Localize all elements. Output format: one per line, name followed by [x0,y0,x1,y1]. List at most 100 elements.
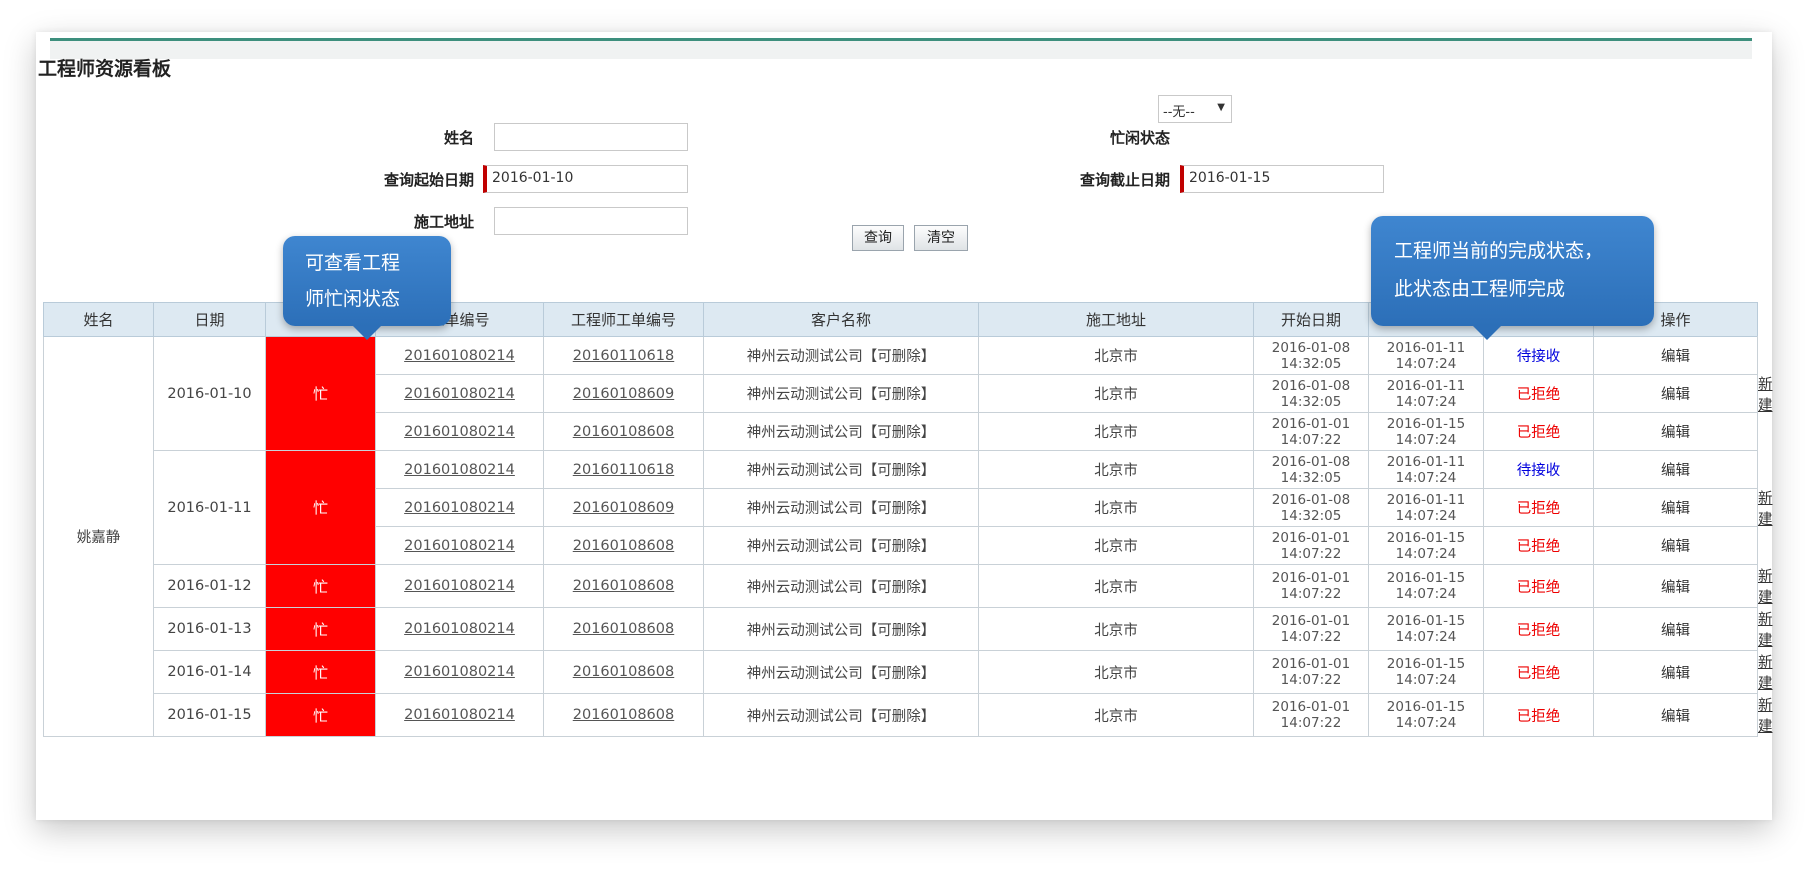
start-date-cell: 2016-01-08 14:32:05 [1253,450,1369,489]
busy-status-select[interactable]: --无-- ▼ [1158,95,1232,123]
dispatch-number-link[interactable]: 201601080214 [404,348,515,364]
engineer-order-link[interactable]: 20160108609 [573,386,674,402]
engineer-order-link[interactable]: 20160108608 [573,664,674,680]
start-date-text: 2016-01-08 14:32:05 [1271,491,1351,524]
address-cell: 北京市 [978,336,1254,375]
edit-cell: 编辑 [1593,412,1758,451]
page-title: 工程师资源看板 [38,58,172,80]
engineer-order-link[interactable]: 20160108608 [573,707,674,723]
address-cell: 北京市 [978,693,1254,737]
edit-link[interactable]: 编辑 [1661,580,1690,596]
clear-button[interactable]: 清空 [914,225,968,251]
edit-cell: 编辑 [1593,336,1758,375]
dispatch-cell: 201601080214 [375,693,544,737]
end-date-input[interactable]: 2016-01-15 [1180,165,1384,193]
busy-status-cell: 忙 [265,450,376,565]
dispatch-number-link[interactable]: 201601080214 [404,462,515,478]
edit-link[interactable]: 编辑 [1661,666,1690,682]
callout-tail [353,326,381,340]
engineer-order-link[interactable]: 20160108608 [573,578,674,594]
busy-status-cell: 忙 [265,650,376,694]
start-date-text: 2016-01-01 14:07:22 [1271,613,1351,645]
end-date-text: 2016-01-11 14:07:24 [1386,339,1466,372]
callout-completion-status: 工程师当前的完成状态， 此状态由工程师完成 [1371,216,1654,340]
col-header-4: 工程师工单编号 [543,302,704,337]
address-text: 北京市 [1094,349,1138,365]
engineer-order-cell: 20160108608 [543,526,704,565]
dispatch-number-link[interactable]: 201601080214 [404,424,515,440]
status-cell: 已拒绝 [1483,374,1594,413]
end-date-cell: 2016-01-15 14:07:24 [1368,526,1484,565]
end-date-text: 2016-01-11 14:07:24 [1386,453,1466,486]
edit-link[interactable]: 编辑 [1661,387,1690,403]
date-cell: 2016-01-13 [153,607,266,651]
edit-link[interactable]: 编辑 [1661,425,1690,441]
edit-cell: 编辑 [1593,607,1758,651]
callout-busy-line1: 可查看工程 [305,252,401,274]
end-date-cell: 2016-01-11 14:07:24 [1368,374,1484,413]
engineer-order-link[interactable]: 20160110618 [573,348,674,364]
callout-completion-line1: 工程师当前的完成状态， [1394,240,1604,262]
client-name: 神州云动测试公司【可删除】 [746,463,936,479]
edit-link[interactable]: 编辑 [1661,463,1690,479]
edit-cell: 编辑 [1593,374,1758,413]
client-name: 神州云动测试公司【可删除】 [746,665,936,682]
status-cell: 已拒绝 [1483,693,1594,737]
dispatch-cell: 201601080214 [375,526,544,565]
dispatch-number-link[interactable]: 201601080214 [404,386,515,402]
start-date-cell: 2016-01-01 14:07:22 [1253,412,1369,451]
address-text: 北京市 [1094,622,1138,639]
end-date-cell: 2016-01-11 14:07:24 [1368,488,1484,527]
dispatch-number-link[interactable]: 201601080214 [404,578,515,594]
dispatch-number-link[interactable]: 201601080214 [404,664,515,680]
dispatch-cell: 201601080214 [375,488,544,527]
dispatch-number-link[interactable]: 201601080214 [404,621,515,637]
edit-link[interactable]: 编辑 [1661,501,1690,517]
edit-cell: 编辑 [1593,526,1758,565]
status-cell: 已拒绝 [1483,526,1594,565]
engineer-order-link[interactable]: 20160108608 [573,538,674,554]
client-cell: 神州云动测试公司【可删除】 [703,526,979,565]
status-text: 已拒绝 [1516,579,1561,596]
end-date-cell: 2016-01-15 14:07:24 [1368,564,1484,608]
engineer-order-link[interactable]: 20160110618 [573,462,674,478]
dispatch-cell: 201601080214 [375,336,544,375]
end-date-text: 2016-01-15 14:07:24 [1386,570,1466,602]
client-cell: 神州云动测试公司【可删除】 [703,564,979,608]
client-name: 神州云动测试公司【可删除】 [746,425,936,441]
engineer-order-cell: 20160110618 [543,450,704,489]
status-text: 待接收 [1516,349,1561,365]
start-date-text: 2016-01-01 14:07:22 [1271,529,1351,562]
address-text: 北京市 [1094,708,1138,725]
engineer-order-link[interactable]: 20160108608 [573,424,674,440]
query-button[interactable]: 查询 [852,225,904,251]
engineer-order-link[interactable]: 20160108608 [573,621,674,637]
date-cell: 2016-01-10 [153,336,266,451]
end-date-text: 2016-01-15 14:07:24 [1386,656,1466,688]
table-row: 2016-01-11 忙 201601080214 20160110618 神州云动测试… [44,450,1773,565]
status-text: 已拒绝 [1516,501,1561,517]
dispatch-number-link[interactable]: 201601080214 [404,538,515,554]
end-date-cell: 2016-01-15 14:07:24 [1368,412,1484,451]
engineer-name-cell: 姚嘉静 [43,336,154,737]
edit-link[interactable]: 编辑 [1661,349,1690,365]
table-row: 2016-01-13 忙 201601080214 20160108608 神州云动测试… [44,607,1773,651]
edit-link[interactable]: 编辑 [1661,539,1690,555]
address-input[interactable] [494,207,688,235]
client-cell: 神州云动测试公司【可删除】 [703,693,979,737]
dispatch-cell: 201601080214 [375,412,544,451]
client-cell: 神州云动测试公司【可删除】 [703,412,979,451]
dispatch-cell: 201601080214 [375,450,544,489]
dispatch-number-link[interactable]: 201601080214 [404,500,515,516]
engineer-order-link[interactable]: 20160108609 [573,500,674,516]
dispatch-number-link[interactable]: 201601080214 [404,707,515,723]
edit-cell: 编辑 [1593,650,1758,694]
dispatch-cell: 201601080214 [375,607,544,651]
name-input[interactable] [494,123,688,151]
edit-link[interactable]: 编辑 [1661,623,1690,639]
status-cell: 已拒绝 [1483,650,1594,694]
start-date-cell: 2016-01-01 14:07:22 [1253,650,1369,694]
status-text: 已拒绝 [1516,425,1561,441]
start-date-input[interactable]: 2016-01-10 [483,165,688,193]
edit-link[interactable]: 编辑 [1661,709,1690,725]
